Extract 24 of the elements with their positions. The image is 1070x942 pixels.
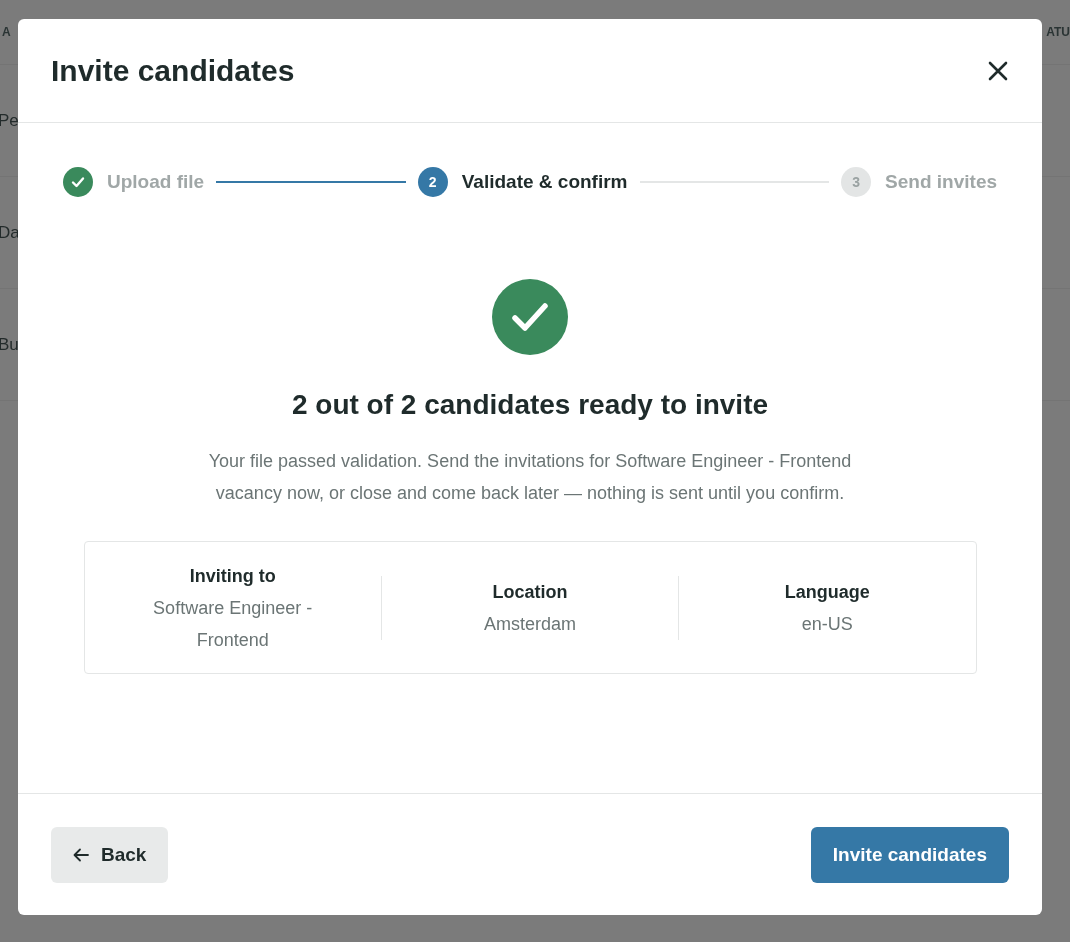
detail-value: en-US bbox=[800, 612, 854, 636]
detail-value: Software Engineer - Frontend bbox=[152, 596, 314, 652]
step-label: Send invites bbox=[885, 171, 997, 193]
close-button[interactable] bbox=[987, 59, 1009, 82]
table-cell: Da bbox=[0, 222, 20, 243]
detail-label: Inviting to bbox=[188, 564, 277, 588]
table-cell: Bu bbox=[0, 334, 19, 355]
invite-button[interactable]: Invite candidates bbox=[810, 826, 1009, 883]
step-number: 2 bbox=[417, 167, 448, 197]
detail-label: Location bbox=[491, 580, 569, 604]
close-icon bbox=[987, 59, 1009, 82]
detail-label: Language bbox=[783, 580, 871, 604]
detail-value: Amsterdam bbox=[482, 612, 577, 636]
step-number: 3 bbox=[841, 167, 872, 197]
column-header: ATU bbox=[1046, 25, 1070, 39]
arrow-left-icon bbox=[73, 847, 89, 862]
step-label: Upload file bbox=[107, 171, 205, 193]
result-heading: 2 out of 2 candidates ready to invite bbox=[291, 389, 769, 421]
column-header: A bbox=[2, 25, 11, 39]
dialog-title: Invite candidates bbox=[51, 53, 295, 88]
back-button[interactable]: Back bbox=[51, 826, 169, 883]
result-message: Your file passed validation. Send the invitations for Software Engineer - Frontend vacancy now, or close and come back later — nothing is sent until you confirm. bbox=[207, 450, 853, 505]
step-label: Validate & confirm bbox=[461, 171, 628, 193]
table-cell: Pe bbox=[0, 110, 19, 131]
